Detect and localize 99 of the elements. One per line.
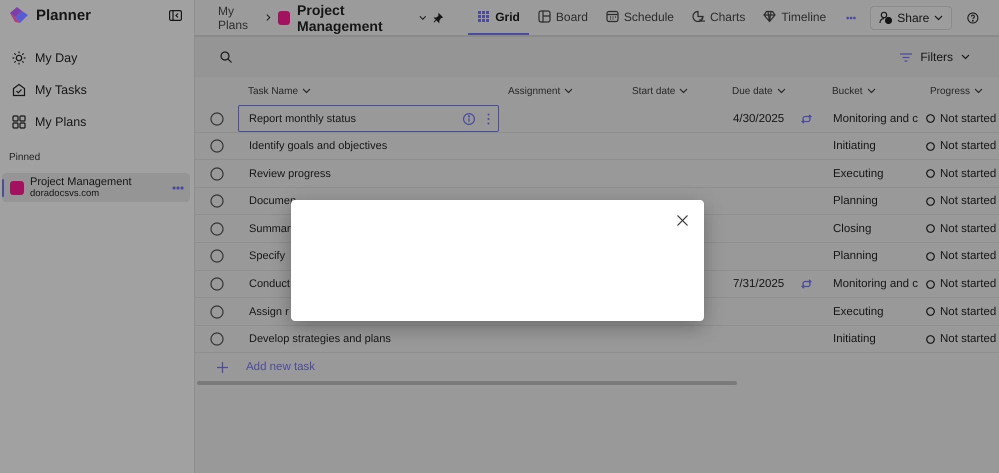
task-check-icon — [12, 83, 26, 97]
more-vertical-icon[interactable] — [487, 112, 490, 124]
chevron-down-icon — [776, 88, 786, 94]
view-tab[interactable]: Charts — [682, 0, 754, 35]
pin-icon[interactable] — [433, 12, 444, 24]
chevron-down-icon — [961, 54, 970, 60]
view-tab[interactable]: Grid — [468, 0, 529, 35]
help-icon[interactable] — [967, 10, 980, 24]
task-name[interactable]: Develop strategies and plans — [249, 333, 498, 346]
share-button[interactable]: Share — [870, 6, 952, 30]
nav-item[interactable]: My Tasks — [0, 74, 194, 106]
chevron-right-icon — [266, 13, 272, 22]
plan-icon — [10, 180, 24, 194]
view-tab[interactable]: Schedule — [596, 0, 683, 35]
bucket-name: Monitoring and c — [832, 112, 920, 124]
view-tab[interactable]: Board — [528, 0, 597, 35]
section-heading: Pinned — [8, 151, 42, 165]
task-name[interactable]: Identify goals and objectives — [249, 140, 498, 152]
chevron-down-icon — [866, 88, 876, 94]
status-circle-icon — [926, 169, 935, 178]
status-circle-icon — [926, 280, 935, 289]
plan-title: Project Management — [297, 2, 384, 34]
due-date: 7/31/2025 — [732, 278, 786, 290]
nav-item[interactable]: My Day — [0, 42, 194, 74]
bucket-name: Monitoring and c — [832, 278, 920, 290]
bucket-name: Closing — [832, 222, 872, 235]
bucket-name: Initiating — [832, 333, 877, 346]
task-name[interactable]: Review progress — [249, 168, 498, 180]
progress-status: Not started — [940, 168, 996, 180]
task-checkbox[interactable] — [210, 277, 224, 292]
task-checkbox[interactable] — [210, 112, 224, 126]
bucket-name: Executing — [832, 306, 885, 318]
chevron-down-icon — [418, 14, 426, 20]
status-circle-icon — [926, 142, 935, 151]
progress-status: Not started — [940, 112, 996, 124]
filter-icon — [900, 52, 912, 62]
column-header[interactable]: Bucket — [823, 86, 921, 96]
more-icon[interactable] — [172, 186, 184, 190]
bucket-name: Executing — [832, 168, 885, 180]
plan-icon — [278, 10, 290, 24]
close-icon[interactable] — [677, 215, 688, 226]
search-icon[interactable] — [220, 51, 232, 63]
logo-icon — [8, 5, 30, 25]
chevron-down-icon — [564, 88, 574, 94]
progress-status: Not started — [940, 306, 996, 318]
column-header[interactable]: Progress — [921, 86, 999, 96]
nav-item[interactable]: My Plans — [0, 106, 194, 138]
chevron-down-icon — [934, 14, 944, 20]
view-tab[interactable]: Timeline — [754, 0, 836, 35]
task-checkbox[interactable] — [210, 249, 224, 264]
board-icon — [538, 10, 551, 23]
task-name[interactable]: Report monthly status — [249, 112, 457, 124]
breadcrumb-link[interactable]: My Plans — [218, 4, 260, 32]
progress-status: Not started — [940, 333, 996, 346]
progress-status: Not started — [940, 195, 996, 208]
due-date: 4/30/2025 — [732, 112, 786, 124]
chevron-down-icon — [974, 88, 984, 94]
plan-name: Project Management — [30, 176, 132, 188]
task-checkbox[interactable] — [210, 166, 224, 181]
task-checkbox[interactable] — [210, 222, 224, 236]
chevron-down-icon — [302, 88, 312, 94]
app-title: Planner — [36, 6, 92, 24]
chevron-down-icon — [679, 88, 688, 94]
sidebar-collapse-icon[interactable] — [169, 10, 182, 20]
task-name-cell[interactable]: Report monthly status — [238, 105, 499, 132]
status-circle-icon — [926, 334, 935, 344]
grid-icon — [477, 10, 490, 23]
progress-status: Not started — [940, 140, 996, 152]
plan-domain: doradocsvs.com — [30, 188, 100, 198]
task-checkbox[interactable] — [210, 194, 224, 208]
status-circle-icon — [926, 224, 935, 234]
task-checkbox[interactable] — [210, 304, 224, 319]
task-checkbox[interactable] — [210, 139, 224, 154]
person-add-icon — [879, 11, 892, 24]
status-circle-icon — [926, 114, 935, 123]
calendar-icon — [606, 10, 619, 23]
grid-icon — [12, 115, 26, 129]
diamond-icon — [763, 10, 776, 23]
progress-status: Not started — [940, 250, 996, 262]
pinned-plan-item[interactable]: Project Management doradocsvs.com — [2, 173, 190, 202]
info-icon[interactable] — [463, 112, 475, 124]
chart-icon — [692, 10, 705, 23]
progress-status: Not started — [940, 222, 996, 235]
sun-icon — [12, 51, 26, 65]
column-header[interactable]: Task Name — [239, 86, 499, 96]
status-circle-icon — [926, 252, 935, 261]
column-header[interactable]: Due date — [723, 86, 823, 96]
bucket-name: Planning — [832, 195, 879, 208]
bucket-name: Initiating — [832, 140, 877, 152]
column-header[interactable]: Assignment — [499, 86, 623, 96]
plus-icon — [217, 362, 228, 373]
column-header[interactable]: Start date — [623, 86, 723, 96]
bucket-name: Planning — [832, 250, 879, 262]
status-circle-icon — [926, 196, 935, 206]
task-checkbox[interactable] — [210, 332, 224, 346]
status-circle-icon — [926, 307, 935, 316]
more-icon[interactable] — [846, 16, 856, 20]
progress-status: Not started — [940, 278, 996, 290]
filters-button[interactable]: Filters — [894, 49, 976, 65]
